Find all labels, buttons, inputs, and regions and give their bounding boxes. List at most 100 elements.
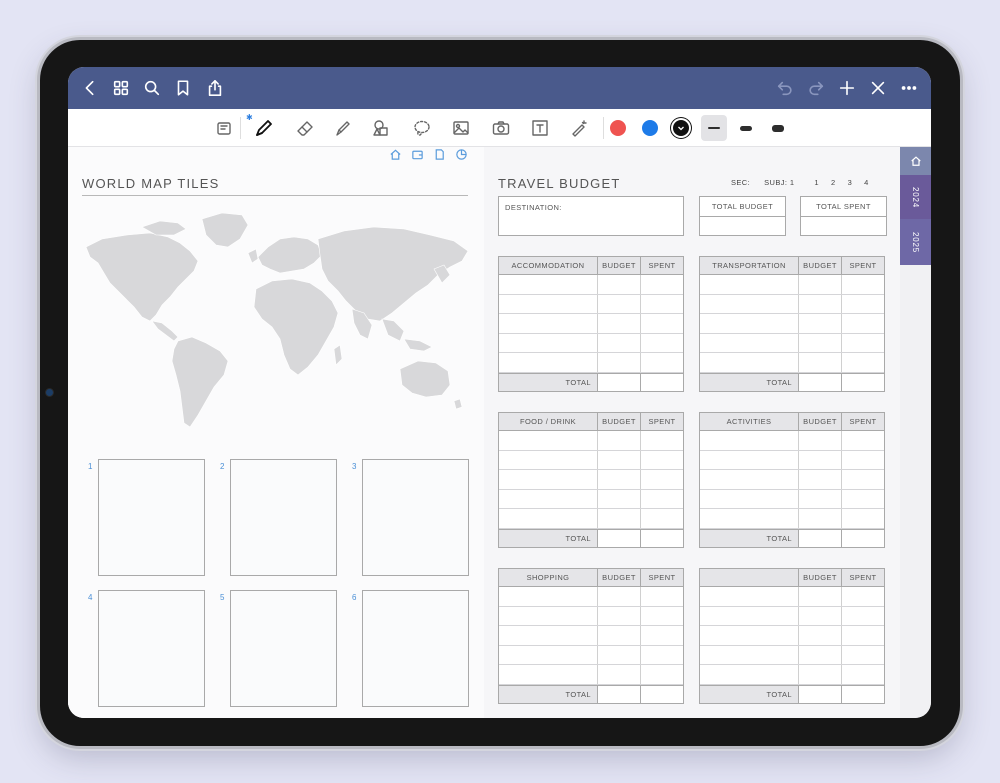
- spent-cell[interactable]: [842, 587, 884, 606]
- budget-cell[interactable]: [598, 606, 641, 625]
- item-cell[interactable]: [499, 333, 598, 352]
- item-cell[interactable]: [700, 645, 799, 664]
- spent-cell[interactable]: [842, 314, 884, 333]
- item-cell[interactable]: [499, 509, 598, 528]
- total-budget-cell[interactable]: [598, 373, 641, 391]
- item-cell[interactable]: [499, 645, 598, 664]
- stroke-thick[interactable]: [765, 115, 791, 141]
- spent-cell[interactable]: [641, 275, 683, 294]
- item-cell[interactable]: [499, 489, 598, 508]
- spent-cell[interactable]: [641, 353, 683, 372]
- spent-cell[interactable]: [842, 334, 884, 353]
- stroke-medium[interactable]: [733, 115, 759, 141]
- map-tile-5[interactable]: [230, 590, 337, 707]
- map-tile-2[interactable]: [230, 459, 337, 576]
- budget-cell[interactable]: [598, 333, 641, 352]
- budget-cell[interactable]: [598, 626, 641, 645]
- wallet-mini-icon[interactable]: [410, 147, 425, 162]
- item-cell[interactable]: [700, 626, 799, 645]
- item-cell[interactable]: [700, 665, 799, 684]
- home-mini-icon[interactable]: [388, 147, 403, 162]
- share-icon[interactable]: [205, 78, 225, 98]
- budget-cell[interactable]: [598, 470, 641, 489]
- highlighter-icon[interactable]: [332, 117, 354, 139]
- color-swatch-red[interactable]: [610, 120, 626, 136]
- item-cell[interactable]: [499, 587, 598, 606]
- item-cell[interactable]: [499, 314, 598, 333]
- spent-cell[interactable]: [641, 470, 683, 489]
- spent-cell[interactable]: [842, 275, 884, 294]
- total-spent-cell[interactable]: [842, 686, 884, 703]
- item-cell[interactable]: [700, 606, 799, 625]
- item-cell[interactable]: [700, 470, 799, 489]
- budget-cell[interactable]: [598, 294, 641, 313]
- item-cell[interactable]: [700, 314, 799, 333]
- item-cell[interactable]: [499, 431, 598, 450]
- color-swatch-black[interactable]: [673, 120, 689, 136]
- redo-icon[interactable]: [806, 78, 826, 98]
- spent-cell[interactable]: [842, 490, 884, 509]
- pen-icon[interactable]: [253, 117, 275, 139]
- grid-icon[interactable]: [111, 78, 131, 98]
- total-spent-cell[interactable]: [641, 686, 683, 703]
- total-spent-box[interactable]: TOTAL SPENT: [800, 196, 887, 236]
- spent-cell[interactable]: [641, 431, 683, 450]
- pie-chart-mini-icon[interactable]: [454, 147, 469, 162]
- section-link-3[interactable]: 3: [848, 178, 853, 187]
- back-icon[interactable]: [80, 78, 100, 98]
- item-cell[interactable]: [700, 587, 799, 606]
- image-icon[interactable]: [450, 117, 472, 139]
- budget-cell[interactable]: [598, 431, 641, 450]
- item-cell[interactable]: [499, 450, 598, 469]
- spent-cell[interactable]: [842, 646, 884, 665]
- spent-cell[interactable]: [641, 490, 683, 509]
- total-budget-cell[interactable]: [799, 529, 842, 547]
- spent-cell[interactable]: [641, 314, 683, 333]
- budget-cell[interactable]: [598, 353, 641, 372]
- total-spent-cell[interactable]: [641, 374, 683, 391]
- bookmark-icon[interactable]: [173, 78, 193, 98]
- color-swatch-blue[interactable]: [642, 120, 658, 136]
- budget-cell[interactable]: [598, 645, 641, 664]
- total-spent-cell[interactable]: [842, 530, 884, 547]
- budget-cell[interactable]: [799, 489, 842, 508]
- total-spent-cell[interactable]: [641, 530, 683, 547]
- total-budget-cell[interactable]: [598, 685, 641, 703]
- lasso-icon[interactable]: [411, 117, 433, 139]
- undo-icon[interactable]: [775, 78, 795, 98]
- item-cell[interactable]: [700, 275, 799, 294]
- budget-cell[interactable]: [598, 587, 641, 606]
- spent-cell[interactable]: [641, 509, 683, 528]
- budget-cell[interactable]: [799, 645, 842, 664]
- spent-cell[interactable]: [641, 334, 683, 353]
- camera-icon[interactable]: [490, 117, 512, 139]
- budget-cell[interactable]: [799, 587, 842, 606]
- budget-cell[interactable]: [598, 314, 641, 333]
- budget-cell[interactable]: [799, 626, 842, 645]
- budget-cell[interactable]: [799, 314, 842, 333]
- map-tile-4[interactable]: [98, 590, 205, 707]
- spent-cell[interactable]: [842, 353, 884, 372]
- spent-cell[interactable]: [641, 607, 683, 626]
- shapes-icon[interactable]: [370, 117, 392, 139]
- tab-2025[interactable]: 2025: [900, 219, 931, 265]
- total-budget-cell[interactable]: [799, 685, 842, 703]
- spent-cell[interactable]: [641, 587, 683, 606]
- spent-cell[interactable]: [641, 646, 683, 665]
- budget-cell[interactable]: [598, 665, 641, 684]
- spent-cell[interactable]: [842, 431, 884, 450]
- spent-cell[interactable]: [641, 665, 683, 684]
- item-cell[interactable]: [700, 431, 799, 450]
- spent-cell[interactable]: [641, 451, 683, 470]
- budget-cell[interactable]: [799, 470, 842, 489]
- spent-cell[interactable]: [842, 665, 884, 684]
- section-link-1[interactable]: 1: [814, 178, 819, 187]
- spent-cell[interactable]: [641, 295, 683, 314]
- budget-cell[interactable]: [598, 275, 641, 294]
- destination-field[interactable]: DESTINATION:: [498, 196, 684, 236]
- item-cell[interactable]: [700, 450, 799, 469]
- item-cell[interactable]: [499, 275, 598, 294]
- item-cell[interactable]: [499, 294, 598, 313]
- budget-cell[interactable]: [799, 294, 842, 313]
- stroke-thin[interactable]: [701, 115, 727, 141]
